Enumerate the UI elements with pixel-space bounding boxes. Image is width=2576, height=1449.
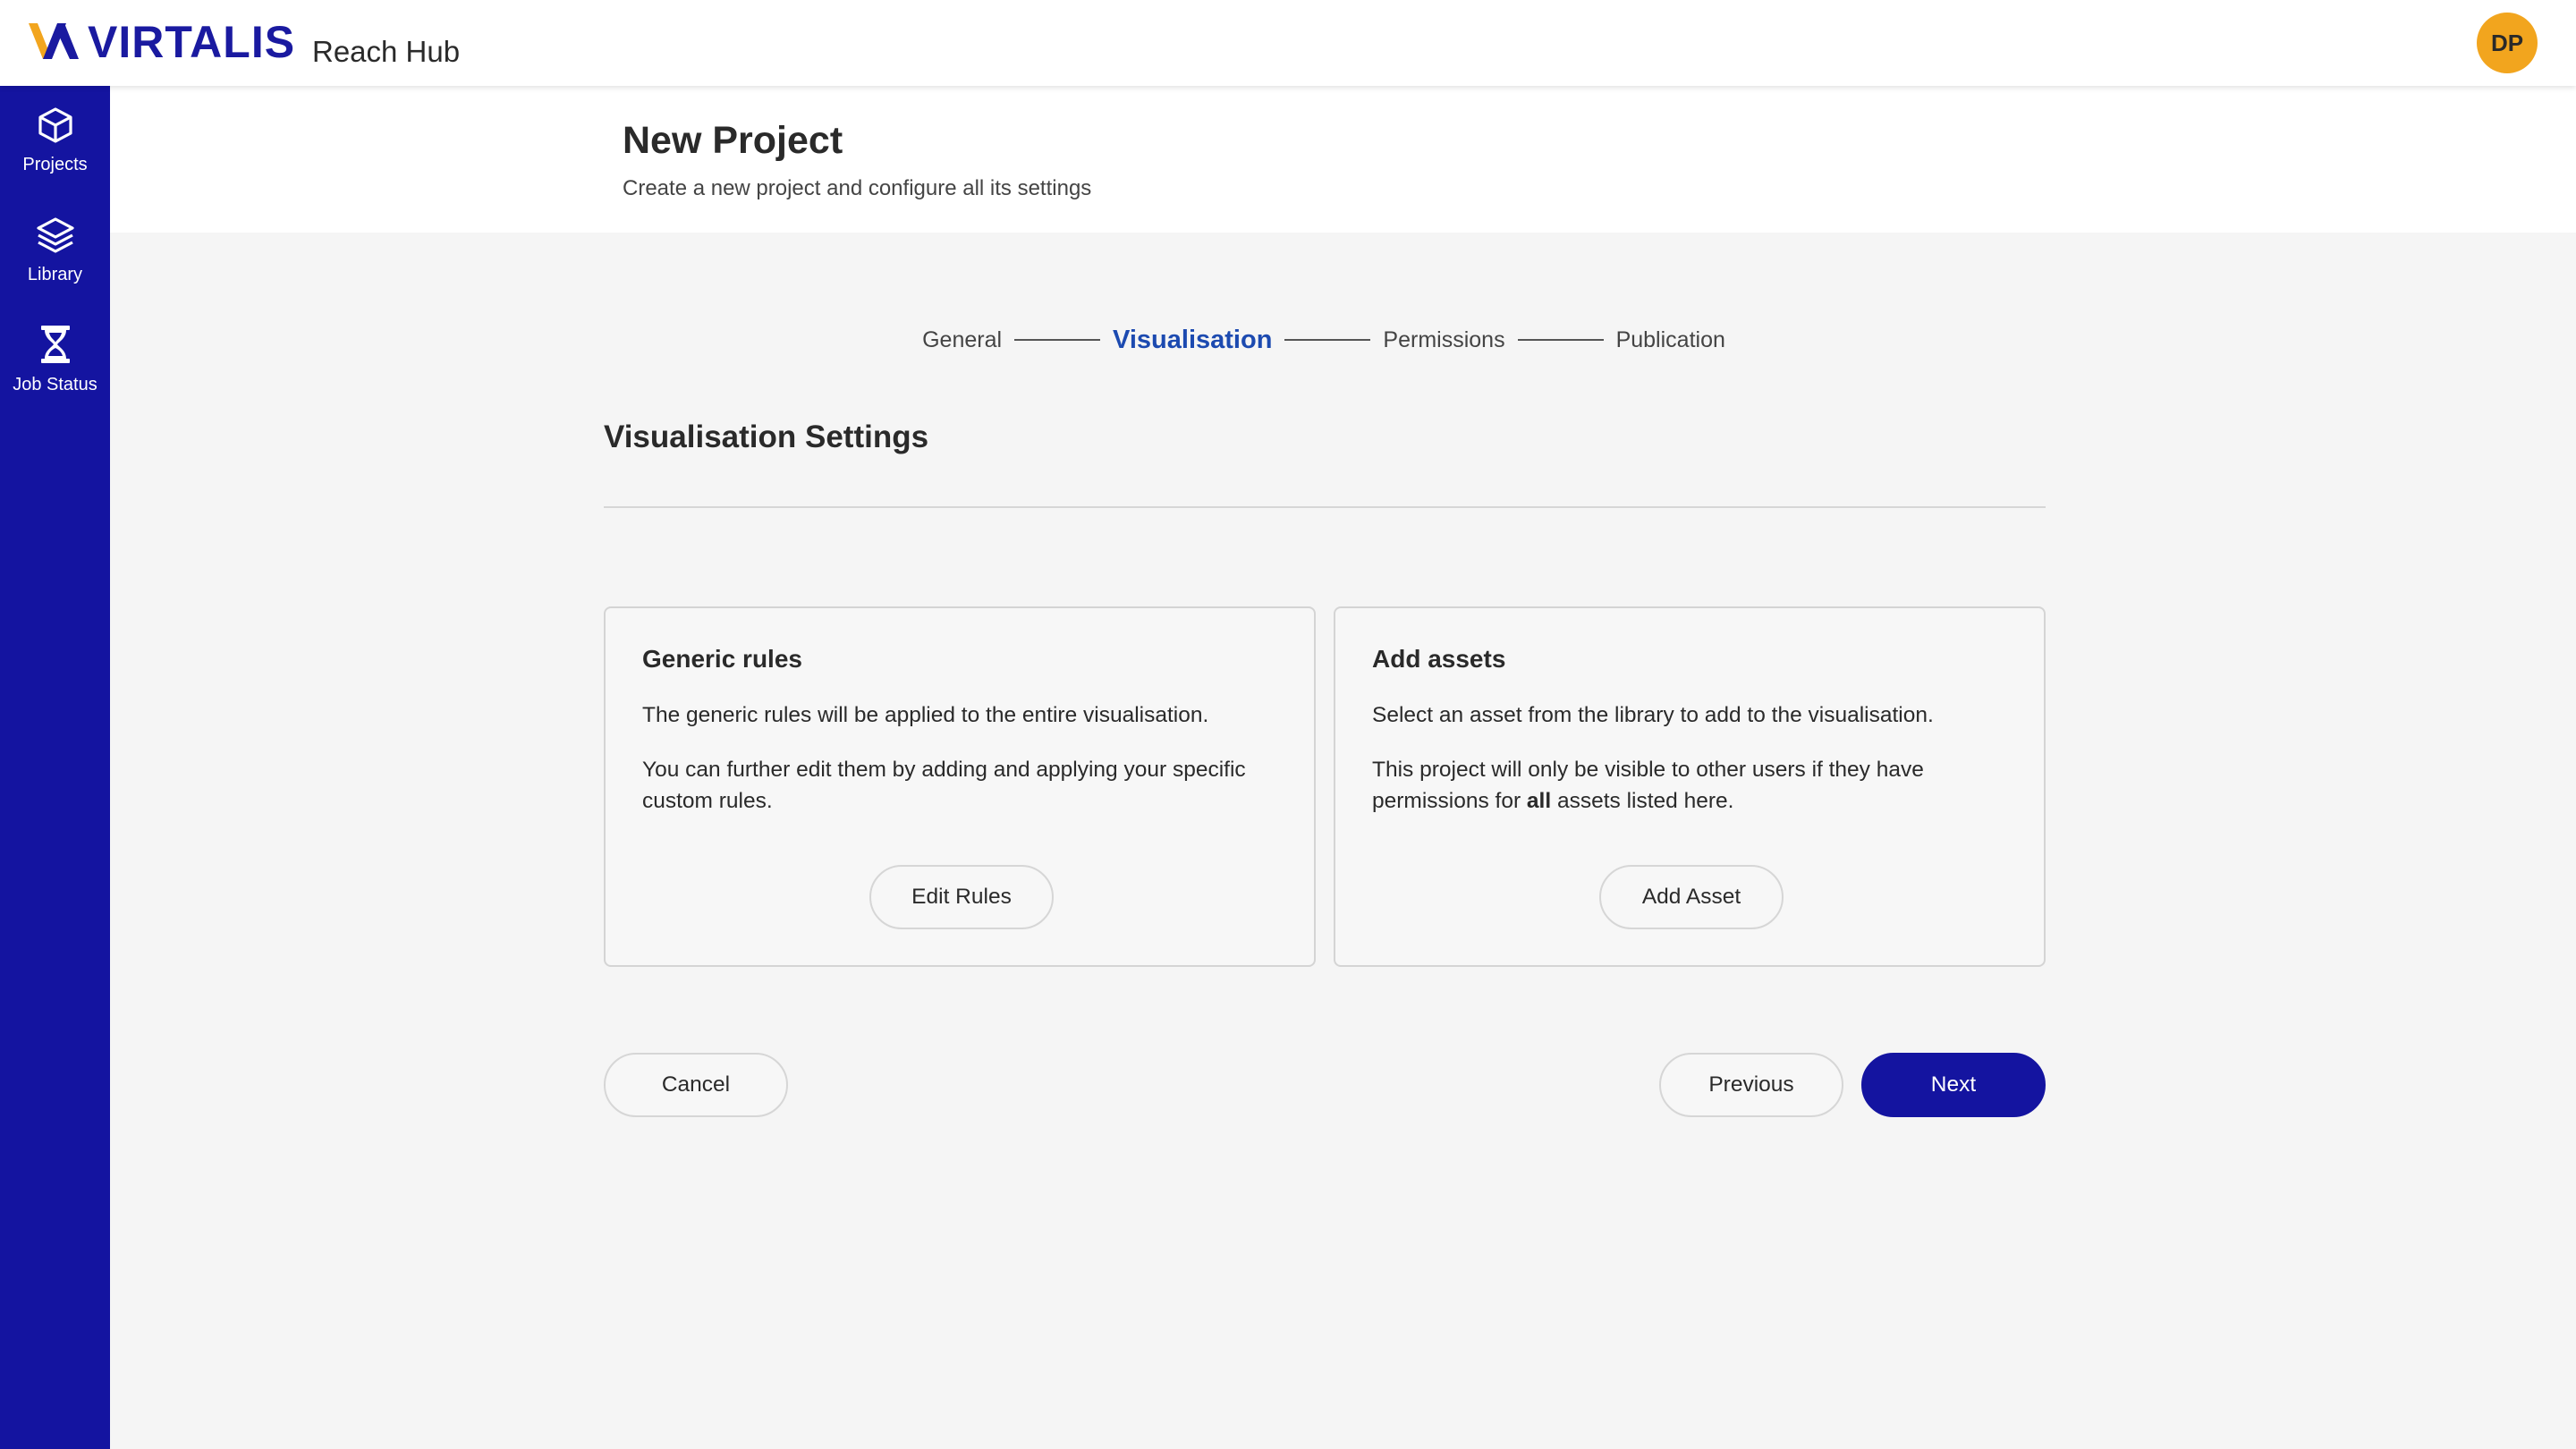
sidebar: Projects Library Job Status <box>0 86 110 1449</box>
virtalis-logo-icon <box>29 23 79 59</box>
card-text: The generic rules will be applied to the… <box>642 703 1209 727</box>
card-text-part: assets listed here. <box>1551 789 1734 813</box>
cube-icon <box>36 102 75 145</box>
sidebar-item-label: Job Status <box>13 375 97 394</box>
section-divider <box>604 506 2046 508</box>
edit-rules-button[interactable]: Edit Rules <box>869 865 1054 929</box>
cancel-button[interactable]: Cancel <box>604 1053 788 1117</box>
brand-logo[interactable]: VIRTALIS <box>29 20 294 64</box>
previous-button[interactable]: Previous <box>1659 1053 1843 1117</box>
page-subtitle: Create a new project and configure all i… <box>623 176 1092 200</box>
card-text-emphasis: all <box>1526 789 1552 813</box>
sidebar-item-job-status[interactable]: Job Status <box>0 322 110 420</box>
add-assets-card: Add assets Select an asset from the libr… <box>1334 606 2046 967</box>
product-name: Reach Hub <box>312 35 461 68</box>
sidebar-item-library[interactable]: Library <box>0 212 110 310</box>
layers-icon <box>35 212 76 255</box>
card-text: This project will only be visible to oth… <box>1372 754 2016 817</box>
user-avatar[interactable]: DP <box>2477 13 2538 73</box>
next-button[interactable]: Next <box>1861 1053 2046 1117</box>
wizard-stepper: General Visualisation Permissions Public… <box>894 322 1753 358</box>
sidebar-item-projects[interactable]: Projects <box>0 102 110 200</box>
step-general[interactable]: General <box>922 327 1002 353</box>
card-text: Select an asset from the library to add … <box>1372 703 1934 727</box>
card-text: You can further edit them by adding and … <box>642 758 1246 813</box>
step-connector <box>1517 339 1604 341</box>
page-title: New Project <box>623 119 843 162</box>
generic-rules-card: Generic rules The generic rules will be … <box>604 606 1316 967</box>
sidebar-item-label: Library <box>27 265 83 284</box>
brand-name: VIRTALIS <box>88 17 296 67</box>
section-title: Visualisation Settings <box>604 419 929 454</box>
card-title: Generic rules <box>642 645 802 673</box>
step-publication[interactable]: Publication <box>1616 327 1725 353</box>
page-header: New Project Create a new project and con… <box>110 86 2576 233</box>
top-bar: VIRTALIS Reach Hub DP <box>0 0 2576 86</box>
card-title: Add assets <box>1372 645 1506 673</box>
add-asset-button[interactable]: Add Asset <box>1599 865 1784 929</box>
hourglass-icon <box>39 322 72 365</box>
step-visualisation[interactable]: Visualisation <box>1113 326 1272 355</box>
step-connector <box>1284 339 1371 341</box>
sidebar-item-label: Projects <box>22 155 88 174</box>
step-connector <box>1014 339 1101 341</box>
step-permissions[interactable]: Permissions <box>1383 327 1504 353</box>
